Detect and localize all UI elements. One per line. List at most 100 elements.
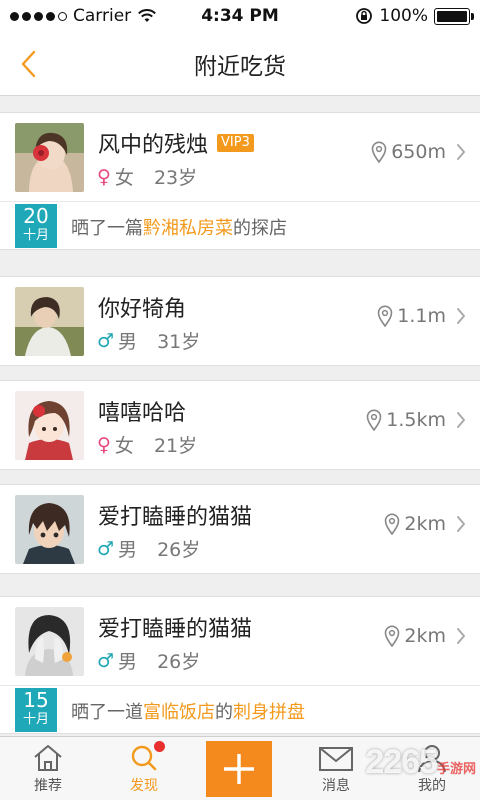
distance-value: 650m	[391, 141, 446, 163]
date-month: 十月	[22, 228, 49, 243]
user-card[interactable]: 你好犄角 ♂ 男 31岁 1.1m	[0, 276, 480, 366]
distance-value: 1.5km	[386, 409, 446, 431]
activity-row[interactable]: 15 十月 晒了一道富临饭店的刺身拼盘	[0, 685, 480, 733]
battery-icon	[434, 7, 474, 25]
date-badge: 20 十月	[15, 204, 57, 248]
age-label: 21岁	[153, 435, 198, 457]
tab-label: 推荐	[34, 778, 62, 794]
watermark-main: 2265	[365, 743, 438, 781]
age-label: 23岁	[153, 167, 198, 189]
tab-discover[interactable]: 发现	[96, 737, 192, 800]
gender-label: 男	[118, 539, 138, 561]
vip-badge: VIP3	[217, 134, 254, 152]
watermark: 2265手游网	[365, 743, 476, 782]
chevron-right-icon	[457, 628, 465, 644]
avatar-image	[15, 495, 84, 564]
gender-label: 男	[118, 331, 138, 353]
activity-segment: 晒了一道	[71, 702, 143, 723]
avatar[interactable]	[15, 495, 84, 564]
user-name: 爱打瞌睡的猫猫	[98, 611, 252, 643]
location-pin-icon	[371, 141, 387, 163]
avatar-image	[15, 123, 84, 192]
avatar[interactable]	[15, 607, 84, 676]
tab-label: 消息	[322, 778, 350, 794]
user-card[interactable]: 爱打瞌睡的猫猫 ♂ 男 26岁 2km 15 十月 晒了一道富临饭店的刺身拼盘	[0, 596, 480, 734]
avatar[interactable]	[15, 123, 84, 192]
age-label: 31岁	[157, 331, 201, 353]
chevron-right-icon	[457, 516, 465, 532]
age-label: 26岁	[157, 651, 201, 673]
chevron-left-icon	[21, 50, 36, 78]
avatar[interactable]	[15, 287, 84, 356]
user-meta: ♀ 女 23岁	[97, 163, 197, 190]
user-meta: ♀ 女 21岁	[97, 431, 197, 458]
back-button[interactable]	[10, 46, 46, 82]
tab-bar: 推荐 发现 消息 我的 2265手游网	[0, 736, 480, 800]
user-name-text: 你好犄角	[98, 297, 187, 322]
gender-label: 女	[114, 167, 134, 189]
user-name-text: 风中的残烛	[98, 133, 209, 158]
distance[interactable]: 1.5km	[366, 409, 466, 431]
restaurant-link[interactable]: 黔湘私房菜	[143, 218, 233, 239]
dish-link[interactable]: 刺身拼盘	[233, 702, 305, 723]
female-icon: ♀	[97, 433, 111, 456]
location-pin-icon	[385, 513, 400, 535]
chevron-right-icon	[457, 144, 465, 160]
status-time: 4:34 PM	[201, 6, 279, 26]
activity-segment: 的探店	[233, 218, 287, 239]
user-name: 嘻嘻哈哈	[98, 395, 186, 427]
user-meta: ♂ 男 26岁	[97, 535, 200, 562]
user-meta: ♂ 男 26岁	[97, 647, 200, 674]
male-icon: ♂	[97, 537, 115, 560]
carrier-label: Carrier	[73, 6, 132, 26]
status-bar: Carrier 4:34 PM 100%	[0, 0, 480, 32]
battery-percent: 100%	[379, 6, 428, 26]
activity-row[interactable]: 20 十月 晒了一篇黔湘私房菜的探店	[0, 201, 480, 249]
activity-text: 晒了一道富临饭店的刺身拼盘	[71, 698, 305, 724]
activity-segment: 的	[215, 702, 233, 723]
avatar-image	[15, 287, 84, 356]
avatar[interactable]	[15, 391, 84, 460]
date-day: 15	[23, 688, 49, 712]
user-name: 风中的残烛 VIP3	[98, 127, 254, 159]
date-badge: 15 十月	[15, 688, 57, 732]
gender-label: 男	[118, 651, 138, 673]
add-post-button[interactable]	[206, 741, 272, 797]
male-icon: ♂	[97, 329, 115, 352]
page-title: 附近吃货	[194, 53, 286, 80]
age-label: 26岁	[157, 539, 201, 561]
distance[interactable]: 2km	[384, 625, 466, 647]
location-pin-icon	[385, 625, 400, 647]
female-icon: ♀	[97, 165, 111, 188]
tab-label: 发现	[130, 778, 158, 794]
home-icon	[34, 745, 62, 771]
notification-dot	[154, 741, 165, 752]
avatar-image	[15, 607, 84, 676]
status-right: 100%	[300, 6, 474, 26]
user-meta: ♂ 男 31岁	[97, 327, 200, 354]
user-card[interactable]: 爱打瞌睡的猫猫 ♂ 男 26岁 2km	[0, 484, 480, 574]
user-card[interactable]: 风中的残烛 VIP3 ♀ 女 23岁 650m 20 十月 晒了一篇黔湘私房菜的…	[0, 112, 480, 250]
distance[interactable]: 2km	[384, 513, 466, 535]
user-name-text: 嘻嘻哈哈	[98, 401, 187, 426]
user-name-text: 爱打瞌睡的猫猫	[98, 617, 253, 642]
distance[interactable]: 650m	[371, 141, 466, 163]
location-pin-icon	[377, 305, 393, 327]
distance-value: 2km	[404, 513, 446, 535]
user-card[interactable]: 嘻嘻哈哈 ♀ 女 21岁 1.5km	[0, 380, 480, 470]
location-pin-icon	[366, 409, 382, 431]
distance[interactable]: 1.1m	[377, 305, 466, 327]
gender-label: 女	[114, 435, 134, 457]
male-icon: ♂	[97, 649, 115, 672]
restaurant-link[interactable]: 富临饭店	[143, 702, 215, 723]
avatar-image	[15, 391, 84, 460]
user-name: 你好犄角	[98, 291, 186, 323]
distance-value: 2km	[404, 625, 446, 647]
user-name: 爱打瞌睡的猫猫	[98, 499, 252, 531]
plus-icon	[224, 754, 254, 784]
rotation-lock-icon	[356, 8, 373, 24]
tab-recommend[interactable]: 推荐	[0, 737, 96, 800]
distance-value: 1.1m	[397, 305, 446, 327]
user-name-text: 爱打瞌睡的猫猫	[98, 505, 253, 530]
date-day: 20	[23, 204, 49, 228]
